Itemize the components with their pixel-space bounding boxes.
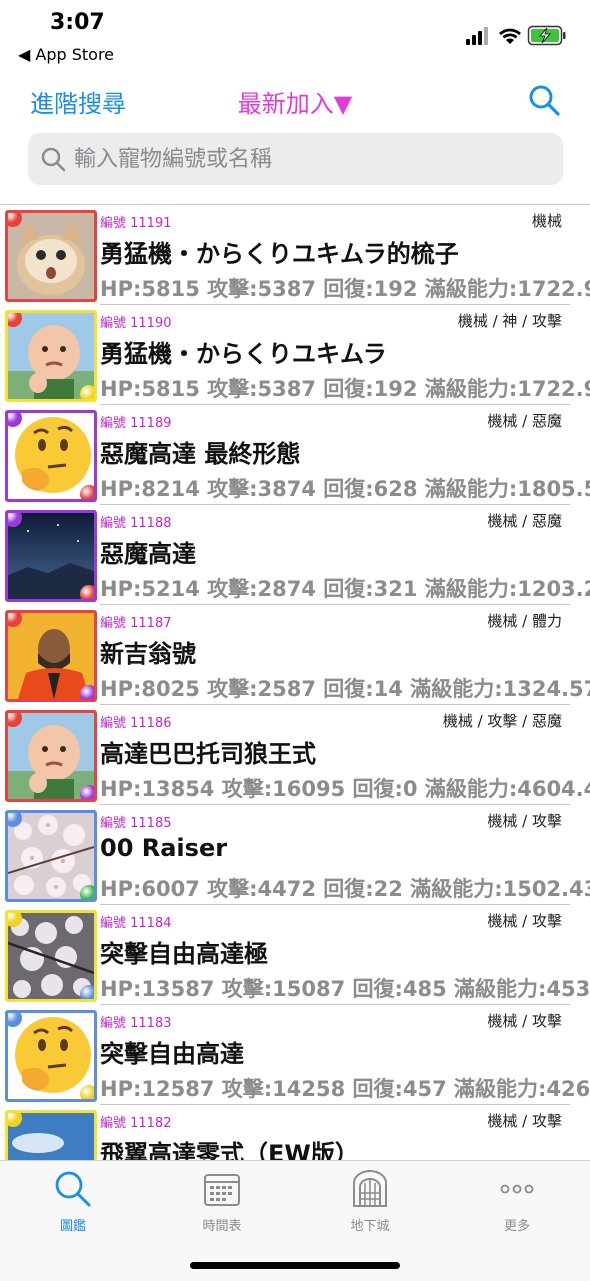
attribute-orb-icon (80, 785, 94, 799)
ellipsis-icon (500, 1184, 534, 1194)
pet-thumbnail (5, 810, 97, 902)
pet-thumbnail (5, 210, 97, 302)
list-item[interactable]: 編號 11184 機械 / 攻擊突擊自由高達極 HP:13587 攻擊:15087 … (0, 905, 590, 1005)
list-item[interactable]: 編號 11182 機械 / 攻擊飛翼高達零式（EW版） (0, 1105, 590, 1160)
pet-tags: 機械 / 攻擊 (487, 912, 562, 930)
pet-tags: 機械 (531, 212, 562, 230)
cellular-signal-icon (466, 27, 488, 45)
tab-more[interactable]: 更多 (457, 1169, 577, 1234)
pet-number: 編號 11187 (100, 616, 172, 631)
pet-tags: 機械 / 惡魔 (487, 412, 562, 430)
status-icons (466, 25, 568, 47)
pet-tags: 機械 / 攻擊 (487, 1012, 562, 1030)
attribute-orb-icon (80, 685, 94, 699)
pet-list[interactable]: 編號 11191 機械勇猛機・からくりユキムラ的梳子 HP:5815 攻擊:5387… (0, 205, 590, 1160)
pet-stats: HP:12587 攻擊:14258 回復:457 滿級能力:4262.63 (100, 1077, 590, 1101)
back-to-app-store-link[interactable]: ◀ App Store (18, 45, 114, 64)
pet-name: 新吉翁號 (100, 640, 196, 668)
pet-thumbnail (5, 1110, 97, 1160)
pet-stats: HP:8214 攻擊:3874 回復:628 滿級能力:1805.53 (100, 477, 590, 501)
attribute-orb-icon (80, 485, 94, 499)
pet-number: 編號 11191 (100, 216, 172, 231)
pet-name: 00 Raiser (100, 834, 228, 862)
pet-name: 勇猛機・からくりユキムラ的梳子 (100, 240, 459, 268)
search-icon[interactable] (528, 84, 560, 116)
pet-thumbnail (5, 1010, 97, 1102)
list-item[interactable]: 編號 11185 機械 / 攻擊 00 Raiser HP:6007 攻擊:4472 … (0, 805, 590, 905)
tab-schedule[interactable]: 時間表 (162, 1169, 282, 1234)
magnifier-icon (40, 146, 66, 172)
pet-name: 突擊自由高達 (100, 1040, 244, 1068)
pet-tags: 機械 / 攻擊 / 惡魔 (442, 712, 562, 730)
pet-tags: 機械 / 體力 (487, 612, 562, 630)
pet-stats: HP:13587 攻擊:15087 回復:485 滿級能力:4537.77 (100, 977, 590, 1001)
pet-name: 惡魔高達 (100, 540, 196, 568)
list-item[interactable]: 編號 11187 機械 / 體力新吉翁號 HP:8025 攻擊:2587 回復:14… (0, 605, 590, 705)
pet-thumbnail (5, 410, 97, 502)
tab-label: 時間表 (202, 1219, 242, 1234)
pet-number: 編號 11186 (100, 716, 172, 731)
pet-tags: 機械 / 攻擊 (487, 1112, 562, 1130)
tab-label: 更多 (503, 1219, 530, 1234)
tab-label: 圖鑑 (59, 1219, 86, 1234)
tab-catalog[interactable]: 圖鑑 (13, 1169, 133, 1234)
pet-stats: HP:13854 攻擊:16095 回復:0 滿級能力:4604.40 (100, 777, 590, 801)
pet-name: 飛翼高達零式（EW版） (100, 1140, 359, 1160)
list-item[interactable]: 編號 11188 機械 / 惡魔惡魔高達 HP:5214 攻擊:2874 回復:32… (0, 505, 590, 605)
pet-stats: HP:6007 攻擊:4472 回復:22 滿級能力:1502.43 (100, 877, 590, 901)
attribute-orb-icon (80, 585, 94, 599)
pet-stats: HP:5815 攻擊:5387 回復:192 滿級能力:1722.90 (100, 377, 590, 401)
tab-dungeon[interactable]: 地下城 (310, 1169, 430, 1234)
pet-thumbnail (5, 710, 97, 802)
list-item[interactable]: 編號 11183 機械 / 攻擊突擊自由高達 HP:12587 攻擊:14258 回… (0, 1005, 590, 1105)
list-item[interactable]: 編號 11191 機械勇猛機・からくりユキムラ的梳子 HP:5815 攻擊:5387… (0, 205, 590, 305)
attribute-orb-icon (80, 885, 94, 899)
list-item[interactable]: 編號 11186 機械 / 攻擊 / 惡魔高達巴巴托司狼王式 HP:13854 攻擊… (0, 705, 590, 805)
pet-number: 編號 11182 (100, 1116, 172, 1131)
list-item[interactable]: 編號 11189 機械 / 惡魔惡魔高達 最終形態 HP:8214 攻擊:3874 … (0, 405, 590, 505)
pet-search-input[interactable] (74, 141, 544, 177)
pet-thumbnail (5, 510, 97, 602)
home-indicator (190, 1262, 400, 1269)
pet-stats: HP:8025 攻擊:2587 回復:14 滿級能力:1324.57 (100, 677, 590, 701)
pet-name: 惡魔高達 最終形態 (100, 440, 301, 468)
pet-number: 編號 11190 (100, 316, 172, 331)
attribute-orb-icon (80, 985, 94, 999)
pet-number: 編號 11185 (100, 816, 172, 831)
search-icon (55, 1171, 91, 1207)
pet-number: 編號 11188 (100, 516, 172, 531)
attribute-orb-icon (80, 385, 94, 399)
attribute-orb-icon (80, 1085, 94, 1099)
pet-thumbnail (5, 910, 97, 1002)
pet-stats: HP:5214 攻擊:2874 回復:321 滿級能力:1203.20 (100, 577, 590, 601)
tab-label: 地下城 (350, 1219, 390, 1234)
pet-name: 勇猛機・からくりユキムラ (100, 340, 387, 368)
pet-number: 編號 11184 (100, 916, 172, 931)
pet-name: 高達巴巴托司狼王式 (100, 740, 316, 768)
search-bar (28, 133, 563, 185)
pet-stats: HP:5815 攻擊:5387 回復:192 滿級能力:1722.90 (100, 277, 590, 301)
pet-thumbnail (5, 610, 97, 702)
pet-thumbnail (5, 310, 97, 402)
pet-tags: 機械 / 神 / 攻擊 (457, 312, 562, 330)
pet-number: 編號 11183 (100, 1016, 172, 1031)
status-time: 3:07 (50, 10, 105, 35)
sort-order-dropdown[interactable]: 最新加入▼ (238, 90, 352, 118)
status-bar: 3:07 ◀ App Store (0, 0, 590, 70)
pet-tags: 機械 / 攻擊 (487, 812, 562, 830)
wifi-icon (499, 28, 521, 44)
pet-tags: 機械 / 惡魔 (487, 512, 562, 530)
castle-gate-icon (353, 1170, 387, 1207)
calendar-icon (204, 1174, 240, 1206)
advanced-search-button[interactable]: 進階搜尋 (30, 84, 126, 119)
battery-charging-icon (527, 25, 566, 46)
list-item[interactable]: 編號 11190 機械 / 神 / 攻擊勇猛機・からくりユキムラ HP:5815 攻… (0, 305, 590, 405)
pet-number: 編號 11189 (100, 416, 172, 431)
pet-name: 突擊自由高達極 (100, 940, 268, 968)
